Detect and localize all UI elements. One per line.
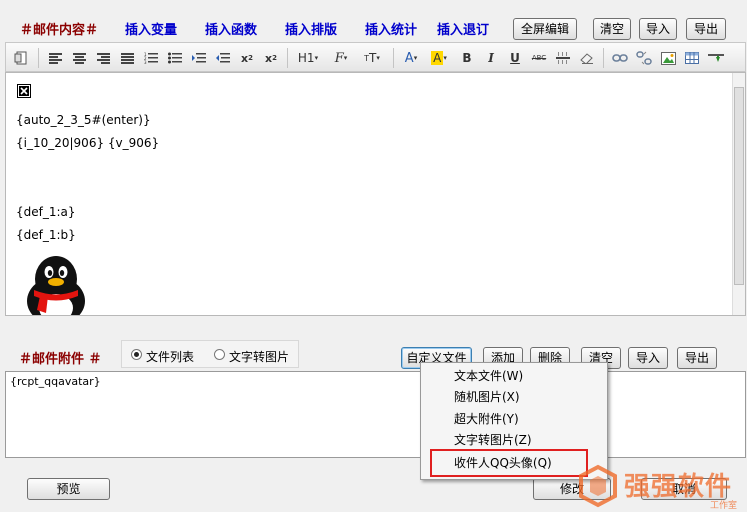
file-list-label[interactable]: 文件列表	[146, 348, 194, 365]
editor-line: {def_1:b}	[16, 228, 76, 242]
source-code-icon[interactable]	[10, 47, 32, 69]
content-clear-button[interactable]: 清空	[593, 18, 631, 40]
attachments-section-title: ＃邮件附件 ＃	[19, 352, 102, 367]
outdent-icon[interactable]	[212, 47, 234, 69]
horizontal-rule-icon[interactable]	[552, 47, 574, 69]
editor-line: {i_10_20|906} {v_906}	[16, 136, 160, 150]
preview-button[interactable]: 预览	[27, 478, 110, 500]
fullscreen-edit-button[interactable]: 全屏编辑	[513, 18, 577, 40]
editor-line: {auto_2_3_5#(enter)}	[16, 113, 151, 127]
ordered-list-icon[interactable]: 123	[140, 47, 162, 69]
eraser-icon[interactable]	[576, 47, 598, 69]
menu-insert-statistics[interactable]: 插入统计	[365, 19, 417, 38]
attachment-entry: {rcpt_qqavatar}	[10, 375, 101, 388]
subscript-icon[interactable]: x2	[236, 47, 258, 69]
font-size-dropdown[interactable]: T T ▾	[358, 47, 386, 69]
editor-toolbar: 123 x2 x2 H1 ▾ F ▾ T T ▾ A ▾ A ▾ B I U ABC	[5, 42, 746, 72]
superscript-icon[interactable]: x2	[260, 47, 282, 69]
font-color-icon[interactable]: A ▾	[399, 47, 423, 69]
qq-penguin-avatar	[20, 253, 92, 315]
editor-line: {def_1:a}	[16, 205, 76, 219]
table-icon[interactable]	[681, 47, 703, 69]
editor-scrollbar[interactable]	[732, 73, 745, 315]
heading-dropdown[interactable]: H1 ▾	[294, 47, 322, 69]
unlink-icon[interactable]	[633, 47, 655, 69]
attachment-list[interactable]: {rcpt_qqavatar}	[5, 371, 746, 458]
align-center-icon[interactable]	[68, 47, 90, 69]
menu-insert-layout[interactable]: 插入排版	[285, 19, 337, 38]
italic-icon[interactable]: I	[480, 47, 502, 69]
align-right-icon[interactable]	[92, 47, 114, 69]
file-list-radio[interactable]	[131, 349, 142, 360]
menu-insert-unsubscribe[interactable]: 插入退订	[437, 19, 489, 38]
content-header: ＃邮件内容＃ 插入变量 插入函数 插入排版 插入统计 插入退订 全屏编辑 清空 …	[0, 0, 747, 42]
email-content-editor[interactable]: {auto_2_3_5#(enter)} {i_10_20|906} {v_90…	[5, 72, 746, 316]
menu-insert-function[interactable]: 插入函数	[205, 19, 257, 38]
justify-icon[interactable]	[116, 47, 138, 69]
strikethrough-icon[interactable]: ABC	[528, 47, 550, 69]
bold-icon[interactable]: B	[456, 47, 478, 69]
editor-scrollbar-thumb[interactable]	[734, 87, 744, 285]
highlight-box	[430, 449, 588, 477]
text-to-image-radio[interactable]	[214, 349, 225, 360]
underline-icon[interactable]: U	[504, 47, 526, 69]
image-icon[interactable]	[657, 47, 679, 69]
content-export-button[interactable]: 导出	[686, 18, 726, 40]
menu-item-text-file[interactable]: 文本文件(W)	[421, 366, 607, 387]
font-family-dropdown[interactable]: F ▾	[328, 47, 354, 69]
text-to-image-label[interactable]: 文字转图片	[229, 348, 289, 365]
menu-item-random-image[interactable]: 随机图片(X)	[421, 387, 607, 408]
attachment-mode-group: 文件列表 文字转图片	[121, 340, 299, 368]
unordered-list-icon[interactable]	[164, 47, 186, 69]
menu-insert-variable[interactable]: 插入变量	[125, 19, 177, 38]
cancel-button[interactable]: 取消	[641, 478, 727, 500]
menu-item-text-to-image[interactable]: 文字转图片(Z)	[421, 430, 607, 451]
indent-icon[interactable]	[188, 47, 210, 69]
menu-item-large-attachment[interactable]: 超大附件(Y)	[421, 409, 607, 430]
insert-line-icon[interactable]	[705, 47, 727, 69]
link-icon[interactable]	[609, 47, 631, 69]
content-section-title: ＃邮件内容＃	[20, 23, 99, 38]
attachment-import-button[interactable]: 导入	[628, 347, 668, 369]
content-import-button[interactable]: 导入	[639, 18, 677, 40]
broken-image-icon	[17, 84, 31, 98]
align-left-icon[interactable]	[44, 47, 66, 69]
svg-text:3: 3	[144, 60, 147, 64]
attachment-export-button[interactable]: 导出	[677, 347, 717, 369]
modify-button[interactable]: 修改	[533, 478, 611, 500]
highlight-color-icon[interactable]: A ▾	[427, 47, 451, 69]
